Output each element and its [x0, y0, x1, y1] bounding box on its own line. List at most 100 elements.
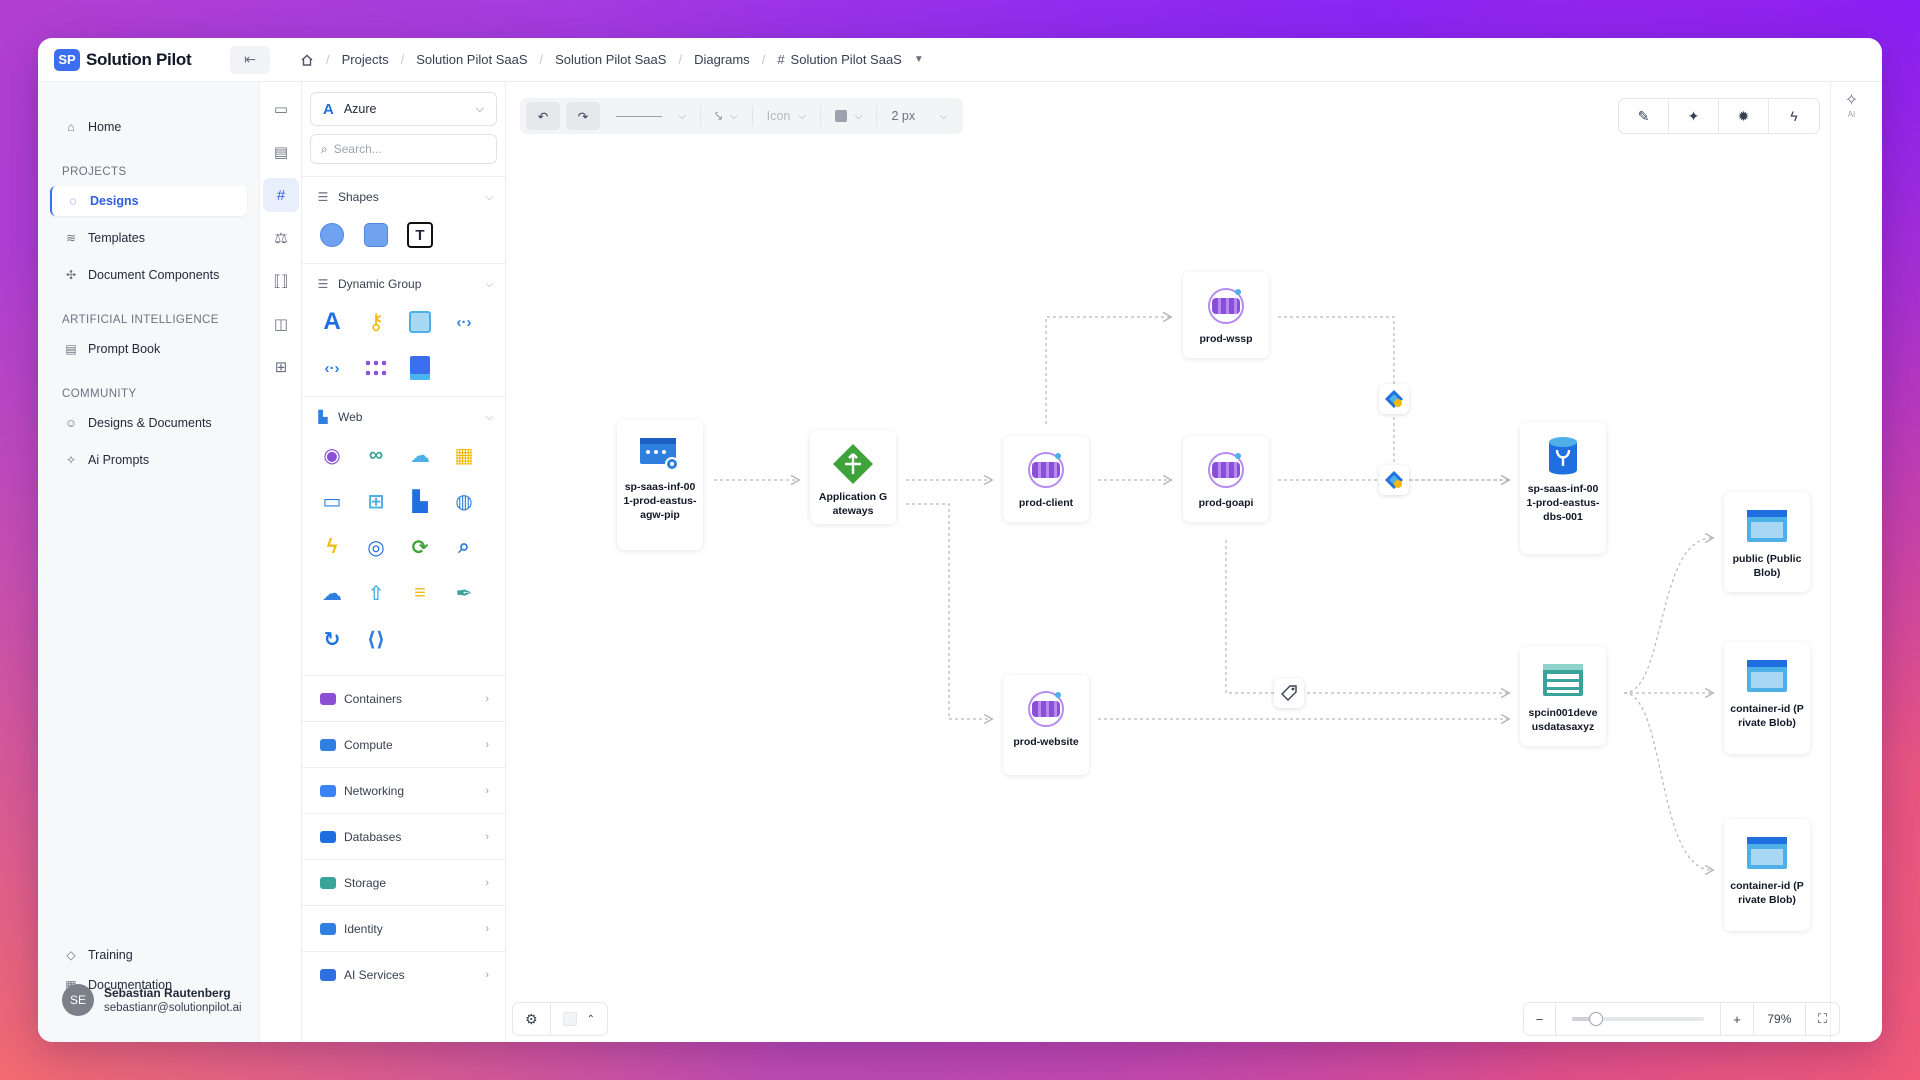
- refresh-service-icon[interactable]: ↻: [314, 621, 350, 657]
- server-cloud-icon[interactable]: ▙: [402, 483, 438, 519]
- globe-icon[interactable]: ◍: [446, 483, 482, 519]
- node-application-gateway[interactable]: Application Gateways: [810, 430, 896, 524]
- node-prod-client[interactable]: prod-client: [1003, 436, 1089, 522]
- category-networking[interactable]: Networking ›: [302, 767, 505, 813]
- edge-icon[interactable]: ◎: [358, 529, 394, 565]
- cloud-arrow-icon[interactable]: ⇧: [358, 575, 394, 611]
- chevron-down-icon[interactable]: ▼: [908, 54, 930, 65]
- code-icon[interactable]: ⟦⟧: [263, 264, 299, 298]
- background-color-select[interactable]: ⌃: [549, 1003, 607, 1035]
- www-icon[interactable]: ▭: [314, 483, 350, 519]
- feather-icon[interactable]: ✒: [446, 575, 482, 611]
- nav-templates[interactable]: ≋ Templates: [50, 223, 247, 253]
- text-shape-icon[interactable]: T: [402, 217, 438, 253]
- app-service-icon: [1204, 286, 1248, 326]
- graduation-cap-icon: ◇: [66, 948, 76, 962]
- hash-grid-icon[interactable]: #: [263, 178, 299, 212]
- document-icon[interactable]: ▤: [263, 135, 299, 169]
- node-private-blob-1[interactable]: container-id (Private Blob): [1724, 642, 1810, 754]
- tag-badge[interactable]: [1274, 678, 1304, 708]
- node-prod-wssp[interactable]: prod-wssp: [1183, 272, 1269, 358]
- breadcrumb-diagrams[interactable]: Diagrams: [688, 52, 756, 67]
- users-icon: ☺: [64, 416, 78, 430]
- background-swatch: [562, 1012, 577, 1026]
- connection-string-badge-goapi[interactable]: [1379, 465, 1409, 495]
- nav-designs[interactable]: ◌ Designs: [50, 186, 247, 216]
- category-compute[interactable]: Compute ›: [302, 721, 505, 767]
- calendar-icon[interactable]: ▭: [263, 92, 299, 126]
- list-icon: ☰: [317, 277, 329, 291]
- category-ai-services[interactable]: AI Services ›: [302, 951, 505, 997]
- nav-ai-prompts[interactable]: ✧ Ai Prompts: [50, 445, 247, 475]
- node-public-blob[interactable]: public (Public Blob): [1724, 492, 1810, 592]
- nav-training[interactable]: ◇ Training: [50, 940, 248, 970]
- network-nodes-icon[interactable]: ◉: [314, 437, 350, 473]
- circle-shape-icon[interactable]: [314, 217, 350, 253]
- breadcrumb-current-diagram[interactable]: Solution Pilot SaaS: [791, 52, 908, 67]
- user-profile[interactable]: SE Sebastian Rautenberg sebastianr@solut…: [62, 984, 242, 1016]
- search-cloud-icon[interactable]: ⌕: [446, 529, 482, 565]
- zoom-slider-handle[interactable]: [1589, 1012, 1604, 1026]
- group-web-header[interactable]: ▙ Web ⌵: [314, 407, 493, 427]
- category-label: Storage: [344, 875, 387, 890]
- apps-grid-icon[interactable]: ⊞: [263, 350, 299, 384]
- search-input[interactable]: [333, 142, 484, 156]
- connection-string-badge-wssp[interactable]: [1379, 384, 1409, 414]
- node-public-ip[interactable]: sp-saas-inf-001-prod-eastus-agw-pip: [617, 420, 703, 550]
- category-containers[interactable]: Containers ›: [302, 675, 505, 721]
- category-databases[interactable]: Databases ›: [302, 813, 505, 859]
- diagram-canvas[interactable]: ↶ ↷ ⌵ ⤥ ⌵ Icon ⌵ ⌵ 2 px ⌵ ✎ ✦ ✹ ϟ ✧ AI s…: [506, 82, 1872, 1042]
- code-window-icon[interactable]: ⟨⟩: [358, 621, 394, 657]
- home-icon[interactable]: [294, 53, 320, 67]
- zoom-out-button[interactable]: −: [1524, 1003, 1557, 1035]
- collapse-sidebar-button[interactable]: ⇤: [230, 45, 270, 74]
- node-database[interactable]: sp-saas-inf-001-prod-eastus-dbs-001: [1520, 422, 1606, 554]
- category-storage[interactable]: Storage ›: [302, 859, 505, 905]
- edge-storage-public: [1623, 538, 1712, 694]
- code-brackets-alt-icon[interactable]: ‹·›: [314, 350, 350, 386]
- azure-icon[interactable]: A: [314, 304, 350, 340]
- category-identity[interactable]: Identity ›: [302, 905, 505, 951]
- web-grid-icon[interactable]: ⊞: [358, 483, 394, 519]
- key-icon[interactable]: ⚷: [358, 304, 394, 340]
- nav-designs-documents[interactable]: ☺ Designs & Documents: [50, 408, 247, 438]
- function-icon[interactable]: ϟ: [314, 529, 350, 565]
- group-dynamic-header[interactable]: ☰ Dynamic Group ⌵: [314, 274, 493, 294]
- queue-icon[interactable]: ≡: [402, 575, 438, 611]
- storage-account-icon: [1541, 660, 1585, 700]
- zoom-in-button[interactable]: +: [1721, 1003, 1754, 1035]
- cloud-sync-icon[interactable]: ☁: [402, 437, 438, 473]
- provider-select[interactable]: A Azure ⌵: [310, 92, 497, 126]
- node-storage-account[interactable]: spcin001deveusdatasaxyz: [1520, 646, 1606, 746]
- breadcrumb-project[interactable]: Solution Pilot SaaS: [410, 52, 533, 67]
- settings-button[interactable]: ⚙: [513, 1003, 550, 1035]
- server-user-icon[interactable]: [402, 350, 438, 386]
- node-private-blob-2[interactable]: container-id (Private Blob): [1724, 819, 1810, 931]
- node-prod-website[interactable]: prod-website: [1003, 675, 1089, 775]
- category-label: Compute: [344, 737, 393, 752]
- chevron-right-icon: ›: [485, 784, 489, 797]
- nav-document-components[interactable]: ✣ Document Components: [50, 260, 247, 290]
- logo[interactable]: SP Solution Pilot: [54, 48, 214, 71]
- scale-icon[interactable]: ⚖: [263, 221, 299, 255]
- certificate-icon[interactable]: ▦: [446, 437, 482, 473]
- code-brackets-icon[interactable]: ‹·›: [446, 304, 482, 340]
- shape-palette: A Azure ⌵ ⌕ ☰ Shapes ⌵ T ☰ Dynamic Group: [302, 82, 506, 1042]
- zoom-slider[interactable]: [1572, 1012, 1705, 1026]
- cloud-upload-icon[interactable]: ☁: [314, 575, 350, 611]
- grid-cluster-icon[interactable]: [358, 350, 394, 386]
- breadcrumb-subproject[interactable]: Solution Pilot SaaS: [549, 52, 672, 67]
- nav-home[interactable]: ⌂ Home: [50, 112, 247, 142]
- workflow-icon[interactable]: ⟳: [402, 529, 438, 565]
- cube-icon[interactable]: [402, 304, 438, 340]
- fullscreen-button[interactable]: ⛶: [1806, 1003, 1839, 1035]
- node-prod-client-label: prod-client: [1018, 497, 1074, 509]
- linked-rings-icon[interactable]: ∞: [358, 437, 394, 473]
- stack-icon[interactable]: ◫: [263, 307, 299, 341]
- node-prod-goapi[interactable]: prod-goapi: [1183, 436, 1269, 522]
- rectangle-shape-icon[interactable]: [358, 217, 394, 253]
- breadcrumb-projects[interactable]: Projects: [336, 52, 395, 67]
- nav-prompt-book[interactable]: ▤ Prompt Book: [50, 334, 247, 364]
- group-shapes-header[interactable]: ☰ Shapes ⌵: [314, 187, 493, 207]
- category-icon: [320, 830, 336, 843]
